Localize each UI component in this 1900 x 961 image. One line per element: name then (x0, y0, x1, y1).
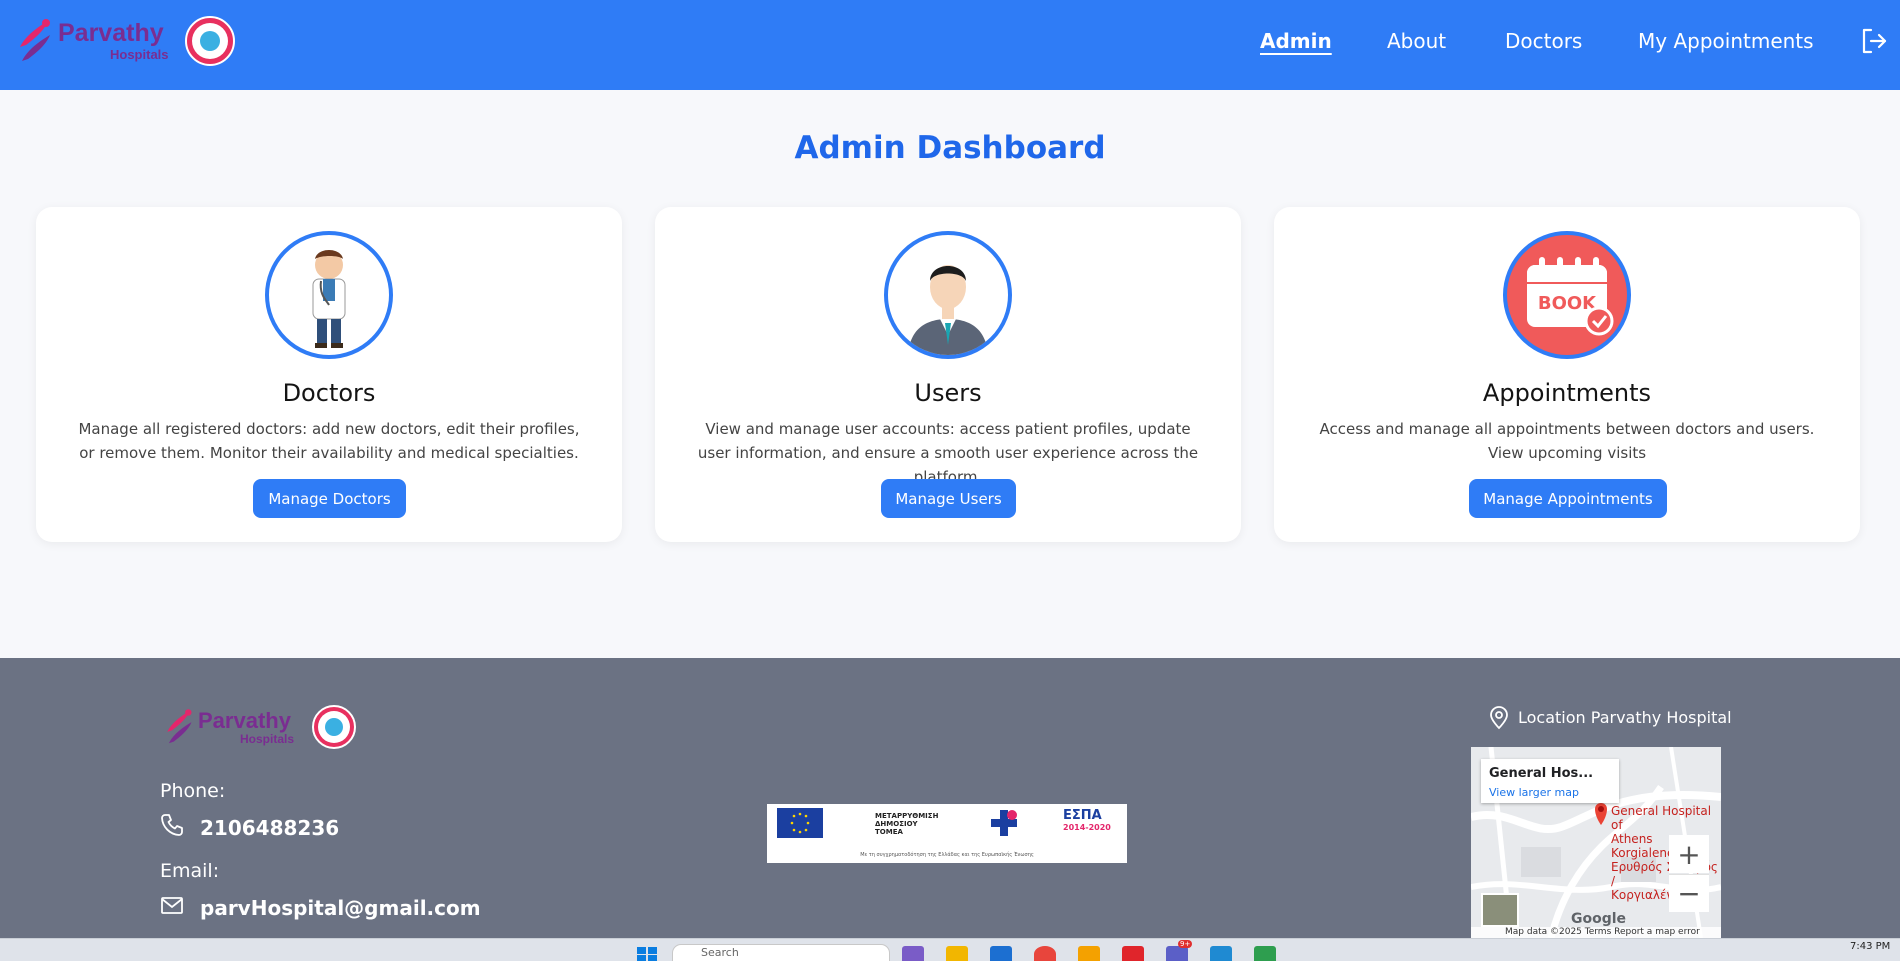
chrome-icon[interactable] (1034, 946, 1056, 961)
brand-mark-icon (164, 707, 198, 747)
hospital-seal-icon (185, 16, 235, 66)
doctor-illustration-icon (265, 231, 393, 359)
app-red-icon[interactable] (1122, 946, 1144, 961)
footer-brand-sub: Hospitals (240, 732, 295, 746)
manage-appointments-button[interactable]: Manage Appointments (1469, 479, 1667, 518)
notification-badge: 9+ (1178, 940, 1193, 948)
nav-my-appointments[interactable]: My Appointments (1638, 29, 1814, 53)
navbar: Parvathy Hospitals Admin About Doctors M… (0, 0, 1900, 90)
book-icon-text: BOOK (1538, 293, 1597, 314)
view-larger-map-link[interactable]: View larger map (1489, 786, 1579, 799)
brand-mark-icon (16, 17, 58, 65)
map-attribution: Map data ©2025 Terms Report a map error (1471, 927, 1721, 938)
system-clock: 7:43 PM (1850, 941, 1891, 952)
appointments-card-title: Appointments (1482, 379, 1652, 407)
phone-label: Phone: (160, 780, 226, 802)
brand-logo[interactable]: Parvathy Hospitals (16, 16, 235, 66)
app-green-icon[interactable] (1254, 946, 1276, 961)
copilot-icon[interactable] (902, 946, 924, 961)
brand-name: Parvathy (58, 19, 164, 47)
location-label: Location Parvathy Hospital (1518, 708, 1732, 727)
manage-doctors-button[interactable]: Manage Doctors (253, 479, 406, 518)
email-icon (160, 894, 184, 918)
map-info-card: General Hos... View larger map (1481, 759, 1619, 803)
map-satellite-toggle[interactable] (1481, 893, 1519, 927)
nav-admin[interactable]: Admin (1260, 29, 1332, 53)
nav-doctors[interactable]: Doctors (1505, 29, 1582, 53)
hospital-seal-icon (312, 705, 356, 749)
teams-icon[interactable]: 9+ (1166, 940, 1193, 961)
map-zoom-in-button[interactable]: + (1669, 835, 1709, 873)
phone-value[interactable]: 2106488236 (200, 816, 339, 840)
email-value[interactable]: parvHospital@gmail.com (200, 896, 481, 920)
eu-funding-banner: ΜΕΤΑΡΡΥΘΜΙΣΗ ΔΗΜΟΣΙΟΥ ΤΟΜΕΑ ΕΣΠΑ 2014-20… (767, 804, 1127, 863)
banner-caption: Με τη συγχρηματοδότηση της Ελλάδας και τ… (860, 852, 1034, 858)
vscode-icon[interactable] (1210, 946, 1232, 961)
book-calendar-icon: BOOK (1503, 231, 1631, 359)
users-card: Users View and manage user accounts: acc… (655, 207, 1241, 542)
doctors-card-description: Manage all registered doctors: add new d… (78, 420, 580, 462)
file-explorer-icon[interactable] (946, 946, 968, 961)
phone-icon (160, 813, 184, 837)
photos-icon[interactable] (1078, 946, 1100, 961)
google-logo: Google (1571, 911, 1627, 927)
os-taskbar: Search 9+ 7:43 PM (0, 938, 1900, 961)
doctors-card-title: Doctors (282, 379, 376, 407)
nav-about[interactable]: About (1387, 29, 1446, 53)
page-title: Admin Dashboard (794, 130, 1106, 166)
location-pin-icon (1488, 706, 1510, 730)
windows-start-icon[interactable] (636, 946, 658, 961)
logout-icon[interactable] (1860, 28, 1888, 54)
manage-users-button[interactable]: Manage Users (881, 479, 1016, 518)
map-place-title: General Hos... (1489, 766, 1594, 781)
health-ministry-icon (989, 808, 1019, 838)
user-avatar-icon (884, 231, 1012, 359)
users-card-title: Users (914, 379, 982, 407)
email-label: Email: (160, 860, 220, 882)
appointments-card: BOOK Appointments Access and manage all … (1274, 207, 1860, 542)
brand-sub: Hospitals (110, 47, 169, 62)
banner-reform-text: ΜΕΤΑΡΡΥΘΜΙΣΗ ΔΗΜΟΣΙΟΥ ΤΟΜΕΑ (875, 812, 939, 836)
doctors-card: Doctors Manage all registered doctors: a… (36, 207, 622, 542)
espa-text: ΕΣΠΑ (1063, 808, 1102, 823)
footer-brand-name: Parvathy (198, 708, 291, 733)
espa-years: 2014-2020 (1063, 823, 1111, 832)
taskbar-search-input[interactable]: Search (672, 944, 890, 961)
google-map-embed[interactable]: General Hos... View larger map General H… (1471, 747, 1721, 938)
footer-brand-logo: Parvathy Hospitals (164, 705, 356, 749)
eu-flag-icon (777, 808, 823, 838)
espa-logo: ΕΣΠΑ 2014-2020 (1063, 808, 1119, 838)
appointments-card-description: Access and manage all appointments betwe… (1319, 420, 1815, 462)
store-icon[interactable] (990, 946, 1012, 961)
map-zoom-out-button[interactable]: − (1669, 874, 1709, 912)
